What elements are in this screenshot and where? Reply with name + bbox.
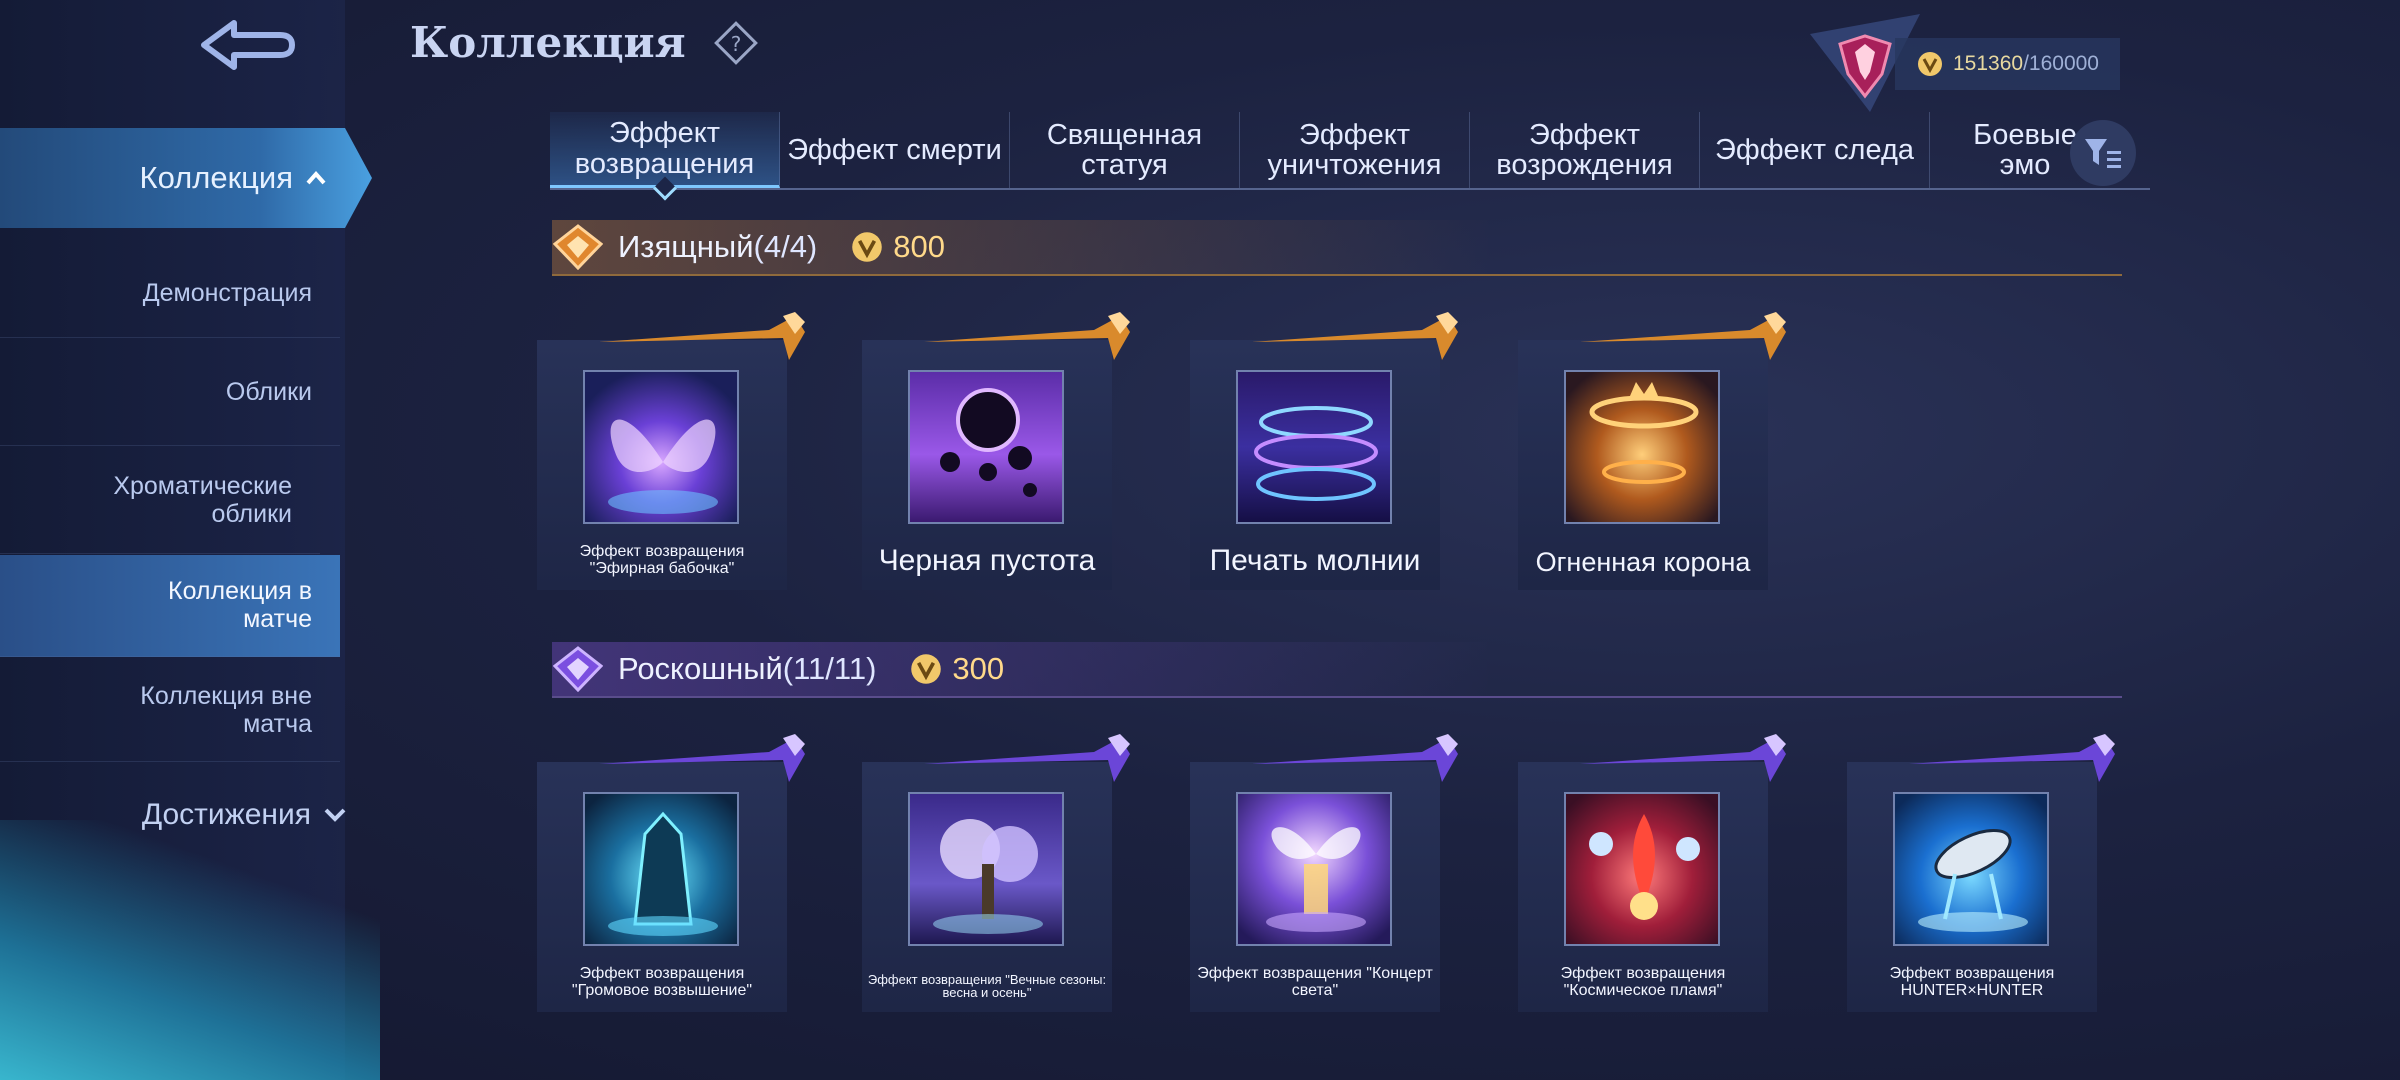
luxury-tier-icon [552,645,604,693]
card-label: Эффект возвращения HUNTER×HUNTER [1889,965,2055,1000]
tab-return-effect[interactable]: Эффект возвращения [550,112,780,188]
sidebar-item-label: Коллекция вне матча [140,682,312,738]
collection-card[interactable]: Черная пустота [862,312,1130,590]
cosmic-flame-image [1564,792,1720,946]
collection-card[interactable]: Эффект возвращения "Концерт света" [1190,734,1458,1012]
tab-elimination-effect[interactable]: Эффект уничтожения [1240,112,1470,188]
section-points-value: 800 [893,229,945,264]
gold-ribbon-icon [599,312,805,360]
collection-card[interactable]: Эффект возвращения "Вечные сезоны: весна… [862,734,1130,1012]
sidebar-item-demo[interactable]: Демонстрация [0,250,340,338]
card-label: Эффект возвращения "Громовое возвышение" [571,965,753,1000]
sidebar-item-in-match-collection[interactable]: Коллекция в матче [0,555,340,657]
section-points-value: 300 [952,651,1005,686]
collection-card[interactable]: Эффект возвращения "Громовое возвышение" [537,734,805,1012]
effect-tabs: Эффект возвращения Эффект смерти Священн… [550,112,2150,190]
back-button[interactable] [190,12,310,82]
filter-icon [2085,139,2121,168]
section-points: 800 [851,229,945,265]
collection-card[interactable]: Огненная корона [1518,312,1786,590]
collection-card[interactable]: Эффект возвращения "Эфирная бабочка" [537,312,805,590]
purple-ribbon-icon [1909,734,2115,782]
sidebar-item-label: Коллекция в матче [168,577,312,633]
card-label: Черная пустота [878,543,1096,577]
gold-ribbon-icon [1580,312,1786,360]
sidebar-item-achievements[interactable]: Достижения [0,785,355,845]
chevron-up-icon [306,170,326,185]
sidebar-item-label: Облики [225,377,312,406]
section-points: 300 [910,651,1004,687]
coin-icon [911,654,942,684]
sidebar-main-label: Коллекция [139,160,293,195]
page-title: Коллекция [410,18,686,67]
purple-ribbon-icon [599,734,805,782]
black-void-image [908,370,1064,524]
sidebar-item-label: Достижения [141,798,311,831]
tab-death-effect[interactable]: Эффект смерти [780,112,1010,188]
card-label: Эффект возвращения "Концерт света" [1197,965,1433,1000]
chevron-down-icon [324,808,346,822]
coin-icon [1918,52,1942,76]
section-name: Роскошный [618,651,783,686]
collection-card[interactable]: Печать молнии [1190,312,1458,590]
section-header-luxury: Роскошный(11/11) 300 [552,642,2122,698]
back-arrow-icon [201,20,295,70]
currency-max: /160000 [2023,52,2099,75]
section-count: (11/11) [782,651,877,686]
purple-ribbon-icon [1580,734,1786,782]
sidebar-item-out-match-collection[interactable]: Коллекция вне матча [0,660,340,762]
coin-icon [852,232,883,262]
hunter-x-hunter-image [1893,792,2049,946]
title-row: Коллекция ? [410,18,758,67]
purple-ribbon-icon [924,734,1130,782]
ethereal-butterfly-image [583,370,739,524]
currency-display: 151360/160000 [1895,38,2120,90]
collection-card[interactable]: Эффект возвращения HUNTER×HUNTER [1847,734,2115,1012]
purple-ribbon-icon [1252,734,1458,782]
svg-text:?: ? [730,32,741,56]
filter-button[interactable] [2070,120,2136,186]
section-name: Изящный [618,229,754,264]
card-label: Эффект возвращения "Вечные сезоны: весна… [867,971,1107,1001]
light-concert-image [1236,792,1392,946]
collection-card[interactable]: Эффект возвращения "Космическое пламя" [1518,734,1786,1012]
eternal-seasons-image [908,792,1064,946]
help-icon[interactable]: ? [713,20,758,65]
card-label: Эффект возвращения "Космическое пламя" [1560,965,1726,1000]
decorative-glow [0,820,380,1080]
sidebar-item-chromatic-skins[interactable]: Хроматические облики [0,448,320,554]
sidebar-item-label: Хроматические облики [113,472,292,528]
section-header-elegant: Изящный(4/4) 800 [552,220,2122,276]
sidebar-item-collection[interactable]: Коллекция [0,128,372,228]
tab-revival-effect[interactable]: Эффект возрождения [1470,112,1700,188]
elegant-tier-icon [552,223,604,271]
card-label: Эффект возвращения "Эфирная бабочка" [579,543,745,578]
tab-trail-effect[interactable]: Эффект следа [1700,112,1930,188]
currency-current: 151360 [1953,52,2024,75]
section-count: (4/4) [753,229,818,264]
tab-sacred-statue[interactable]: Священная статуя [1010,112,1240,188]
gold-ribbon-icon [1252,312,1458,360]
lightning-seal-image [1236,370,1392,524]
thunder-ascension-image [583,792,739,946]
sidebar-item-skins[interactable]: Облики [0,340,340,446]
card-label: Огненная корона [1535,546,1751,577]
sidebar-item-label: Демонстрация [142,278,312,307]
fire-crown-image [1564,370,1720,524]
card-label: Печать молнии [1209,543,1421,577]
gold-ribbon-icon [924,312,1130,360]
